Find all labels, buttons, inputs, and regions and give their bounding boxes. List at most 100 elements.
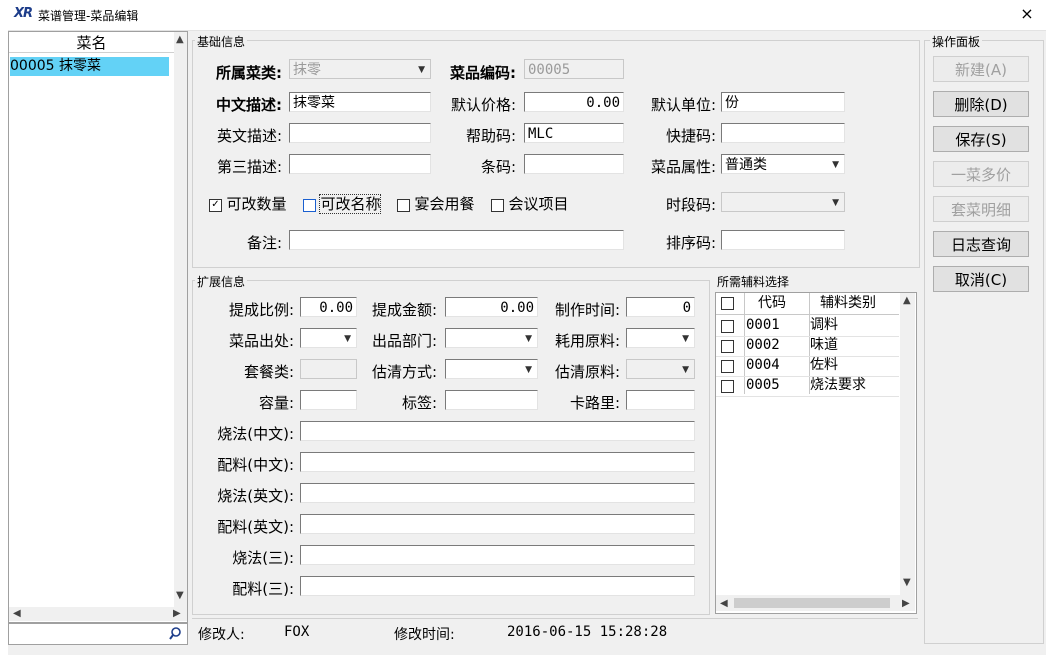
list-item[interactable]: 00005 抹零菜 (10, 57, 169, 76)
checkbox-checked-icon[interactable]: ✓ (209, 198, 222, 212)
save-button[interactable]: 保存(S) (933, 126, 1029, 152)
origin-select[interactable]: ▼ (300, 328, 357, 348)
chevron-down-icon[interactable]: ▼ (525, 329, 532, 349)
ratio-label: 提成比例: (228, 301, 294, 319)
ingredient-third-field[interactable] (300, 576, 695, 596)
row-type: 味道 (810, 337, 838, 353)
dish-list[interactable]: 菜名 00005 抹零菜 ▲ ▼ ◀ ▶ (8, 31, 188, 623)
scroll-up-icon[interactable]: ▲ (176, 34, 184, 45)
dept-select[interactable]: ▼ (445, 328, 538, 348)
row-checkbox[interactable] (721, 320, 734, 333)
help-code-field[interactable]: MLC (524, 123, 624, 143)
row-checkbox[interactable] (721, 380, 734, 393)
barcode-label: 条码: (480, 158, 516, 176)
third-desc-field[interactable] (289, 154, 431, 174)
chevron-down-icon[interactable]: ▼ (344, 329, 351, 349)
cook-cn-label: 烧法(中文): (217, 425, 294, 443)
price-field[interactable]: 0.00 (524, 92, 624, 112)
ingredient-en-field[interactable] (300, 514, 695, 534)
capacity-field[interactable] (300, 390, 357, 410)
delete-button[interactable]: 删除(D) (933, 91, 1029, 117)
row-type: 调料 (810, 317, 838, 333)
en-desc-field[interactable] (289, 123, 431, 143)
unit-label: 默认单位: (650, 96, 716, 114)
calorie-field[interactable] (626, 390, 695, 410)
list-horizontal-scrollbar[interactable]: ◀ ▶ (9, 607, 187, 621)
checkbox-icon[interactable] (397, 198, 410, 212)
chevron-down-icon[interactable]: ▼ (682, 329, 689, 349)
scroll-left-icon[interactable]: ◀ (720, 598, 728, 609)
list-search-input[interactable] (8, 623, 188, 645)
scroll-up-icon[interactable]: ▲ (903, 295, 911, 306)
operation-panel-label: 操作面板 (930, 33, 983, 50)
third-desc-label: 第三描述: (216, 158, 282, 176)
make-time-field[interactable]: 0 (626, 297, 695, 317)
note-field[interactable] (289, 230, 624, 250)
col-code-header[interactable]: 代码 (758, 294, 786, 313)
calorie-label: 卡路里: (569, 394, 620, 412)
aux-horizontal-scrollbar[interactable]: ◀ ▶ (716, 595, 915, 611)
log-query-button[interactable]: 日志查询 (933, 231, 1029, 257)
clear-method-select[interactable]: ▼ (445, 359, 538, 379)
ingredient-cn-field[interactable] (300, 452, 695, 472)
period-label: 时段码: (665, 196, 716, 214)
cn-desc-field[interactable]: 抹零菜 (289, 92, 431, 112)
set-field (300, 359, 357, 379)
scroll-down-icon[interactable]: ▼ (176, 590, 184, 601)
clear-label: 估清方式: (371, 363, 437, 381)
amount-field[interactable]: 0.00 (445, 297, 538, 317)
new-button[interactable]: 新建(A) (933, 56, 1029, 82)
quick-code-field[interactable] (721, 123, 845, 143)
checkbox-editable-qty[interactable]: ✓ 可改数量 (209, 193, 286, 214)
row-code: 0004 (746, 357, 780, 373)
tag-label: 标签: (401, 394, 437, 412)
checkbox-editable-name[interactable]: 可改名称 (303, 193, 382, 214)
table-row[interactable]: 0002 味道 (716, 336, 899, 357)
row-checkbox[interactable] (721, 340, 734, 353)
col-type-header[interactable]: 辅料类别 (820, 294, 876, 313)
dept-label: 出品部门: (371, 332, 437, 350)
chevron-down-icon[interactable]: ▼ (832, 155, 839, 175)
checkbox-label: 宴会用餐 (414, 195, 475, 213)
checkbox-icon[interactable] (491, 198, 504, 212)
material-select[interactable]: ▼ (626, 328, 695, 348)
category-select: 抹零 ▼ (289, 59, 431, 79)
unit-field[interactable]: 份 (721, 92, 845, 112)
table-row[interactable]: 0005 烧法要求 (716, 376, 899, 397)
scroll-thumb[interactable] (734, 598, 890, 608)
scroll-down-icon[interactable]: ▼ (903, 577, 911, 588)
tag-field[interactable] (445, 390, 538, 410)
close-icon[interactable]: × (1018, 4, 1036, 24)
cook-third-field[interactable] (300, 545, 695, 565)
attr-value: 普通类 (725, 157, 767, 173)
cancel-button[interactable]: 取消(C) (933, 266, 1029, 292)
scroll-right-icon[interactable]: ▶ (902, 598, 910, 609)
search-icon[interactable] (169, 627, 182, 640)
select-all-checkbox[interactable] (721, 297, 734, 310)
multi-price-button[interactable]: 一菜多价 (933, 161, 1029, 187)
cook-en-field[interactable] (300, 483, 695, 503)
checkbox-meeting[interactable]: 会议项目 (491, 193, 568, 214)
checkbox-banquet[interactable]: 宴会用餐 (397, 193, 474, 214)
attr-label: 菜品属性: (650, 158, 716, 176)
row-code: 0005 (746, 377, 780, 393)
scroll-right-icon[interactable]: ▶ (173, 608, 181, 619)
attr-select[interactable]: 普通类 ▼ (721, 154, 845, 174)
cook-cn-field[interactable] (300, 421, 695, 441)
list-vertical-scrollbar[interactable]: ▲ ▼ (174, 32, 187, 607)
chevron-down-icon[interactable]: ▼ (525, 360, 532, 380)
table-row[interactable]: 0004 佐料 (716, 356, 899, 377)
set-detail-button[interactable]: 套菜明细 (933, 196, 1029, 222)
row-checkbox[interactable] (721, 360, 734, 373)
barcode-field[interactable] (524, 154, 624, 174)
aux-table[interactable]: 代码 辅料类别 0001 调料 0002 味道 0004 佐料 0005 烧法要… (715, 292, 917, 614)
table-row[interactable]: 0001 调料 (716, 316, 899, 337)
scroll-left-icon[interactable]: ◀ (13, 608, 21, 619)
checkbox-icon[interactable] (303, 198, 316, 212)
modify-time-value: 2016-06-15 15:28:28 (507, 624, 668, 640)
ratio-field[interactable]: 0.00 (300, 297, 357, 317)
aux-select-label: 所需辅料选择 (715, 273, 792, 290)
aux-vertical-scrollbar[interactable]: ▲ ▼ (900, 293, 915, 595)
list-header[interactable]: 菜名 (9, 32, 174, 53)
sort-field[interactable] (721, 230, 845, 250)
